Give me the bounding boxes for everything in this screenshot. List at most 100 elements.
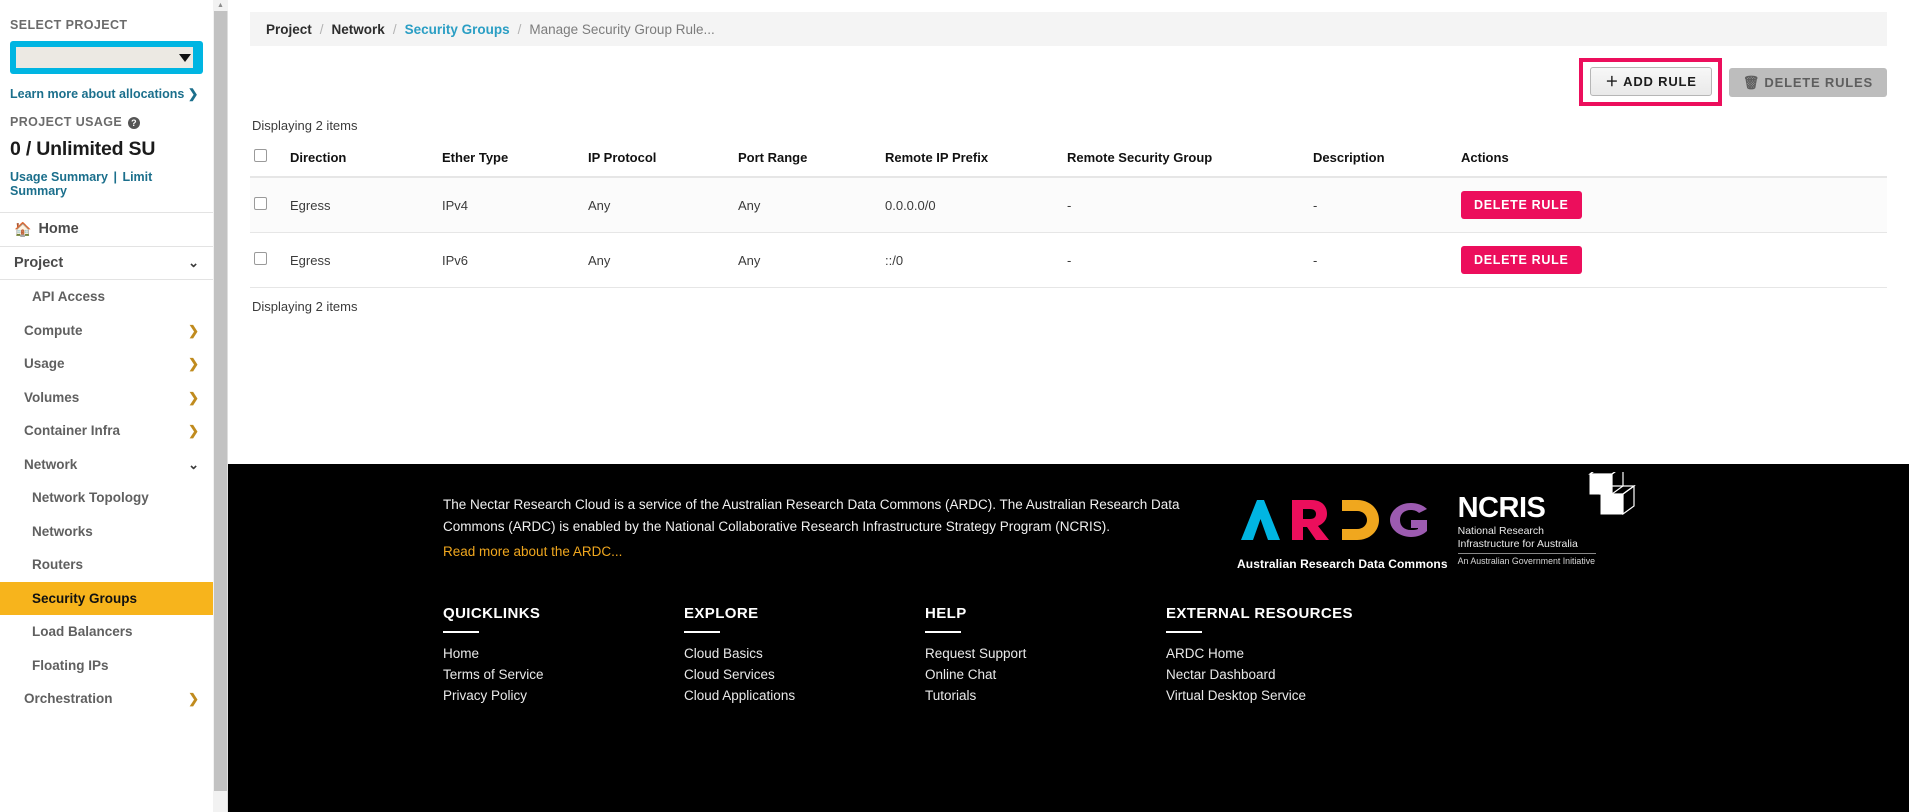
security-group-rules-table: Direction Ether Type IP Protocol Port Ra… [250,143,1887,288]
breadcrumb-separator: / [517,21,522,37]
sidebar-item-label-volumes: Volumes [24,389,80,405]
learn-more-allocations-link[interactable]: Learn more about allocations ❯ [10,86,203,101]
sidebar-item-volumes[interactable]: Volumes ❯ [0,380,213,414]
sidebar-item-security-groups[interactable]: Security Groups [0,581,213,615]
sidebar-item-project[interactable]: Project ⌄ [0,246,213,280]
sidebar-item-networks[interactable]: Networks [0,514,213,548]
logo-row: Australian Research Data Commons NCRIS N… [1237,464,1636,571]
footer-column-external-resources: EXTERNAL RESOURCES ARDC Home Nectar Dash… [1166,605,1466,707]
sidebar-item-network[interactable]: Network ⌄ [0,447,213,481]
table-row[interactable]: Egress IPv6 Any Any ::/0 - - DELETE RULE [250,232,1887,288]
project-usage-label: PROJECT USAGE ? [10,115,203,129]
ardc-logo-svg [1241,500,1427,540]
column-header-direction: Direction [286,143,438,178]
footer-link-privacy-policy[interactable]: Privacy Policy [443,687,684,705]
footer-column-quicklinks: QUICKLINKS Home Terms of Service Privacy… [443,605,684,707]
usage-links: Usage Summary | Limit Summary [10,170,203,198]
column-header-description: Description [1309,143,1457,178]
scrollbar-thumb[interactable] [214,11,227,791]
sidebar-item-load-balancers[interactable]: Load Balancers [0,615,213,649]
displaying-count-top: Displaying 2 items [252,118,358,133]
breadcrumb-item-project[interactable]: Project [266,22,312,37]
row-checkbox[interactable] [254,252,267,265]
content-area: Project / Network / Security Groups / Ma… [228,0,1909,314]
column-header-remote-security-group: Remote Security Group [1063,143,1309,178]
help-icon[interactable]: ? [128,116,141,129]
scroll-up-arrow-icon[interactable]: ▲ [213,0,228,11]
select-all-checkbox[interactable] [254,149,267,162]
footer-column-help: HELP Request Support Online Chat Tutoria… [925,605,1166,707]
usage-links-separator: | [113,170,117,184]
delete-rule-button[interactable]: DELETE RULE [1461,191,1582,219]
footer-column-title: QUICKLINKS [443,605,541,622]
cell-remote-ip-prefix: ::/0 [881,232,1063,288]
sidebar-project-panel: SELECT PROJECT Learn more about allocati… [0,0,213,198]
footer-link-tutorials[interactable]: Tutorials [925,687,1166,705]
cell-port-range: Any [734,177,881,233]
project-select-input[interactable] [16,47,193,68]
sidebar-item-container-infra[interactable]: Container Infra ❯ [0,414,213,448]
column-header-ether-type: Ether Type [438,143,584,178]
add-rule-highlight: ＋ ADD RULE [1579,58,1722,106]
title-underline [925,631,961,633]
title-underline [1166,631,1202,633]
cell-direction: Egress [286,177,438,233]
add-rule-button[interactable]: ＋ ADD RULE [1590,67,1712,96]
footer-link-nectar-dashboard[interactable]: Nectar Dashboard [1166,666,1466,684]
delete-rule-button[interactable]: DELETE RULE [1461,246,1582,274]
breadcrumb-item-security-groups[interactable]: Security Groups [405,22,510,37]
table-head: Direction Ether Type IP Protocol Port Ra… [250,143,1887,178]
sidebar-item-home[interactable]: 🏠 Home [0,213,213,247]
footer-logos: Australian Research Data Commons NCRIS N… [1237,464,1636,571]
sidebar-item-label-network-topology: Network Topology [32,490,149,506]
sidebar-item-network-topology[interactable]: Network Topology [0,481,213,515]
usage-amount: 0 / Unlimited SU [10,138,156,160]
main-content: Project / Network / Security Groups / Ma… [228,0,1909,812]
sidebar-item-label-container-infra: Container Infra [24,423,121,439]
cell-actions: DELETE RULE [1457,177,1887,233]
chevron-down-icon: ⌄ [188,255,199,271]
cell-ether-type: IPv6 [438,232,584,288]
cell-actions: DELETE RULE [1457,232,1887,288]
breadcrumb-separator: / [392,21,397,37]
home-icon: 🏠 [14,220,32,237]
cell-remote-security-group: - [1063,177,1309,233]
learn-more-label: Learn more about allocations [10,87,185,101]
footer-link-virtual-desktop-service[interactable]: Virtual Desktop Service [1166,687,1466,705]
table-row[interactable]: Egress IPv4 Any Any 0.0.0.0/0 - - DELETE… [250,177,1887,233]
chevron-right-icon: ❯ [187,87,199,101]
footer-link-cloud-services[interactable]: Cloud Services [684,666,925,684]
sidebar-item-compute[interactable]: Compute ❯ [0,313,213,347]
chevron-right-icon: ❯ [188,389,199,405]
sidebar-item-label-routers: Routers [32,557,84,573]
project-usage-text: PROJECT USAGE [10,115,123,129]
cell-remote-security-group: - [1063,232,1309,288]
usage-summary-link[interactable]: Usage Summary [10,170,108,184]
sidebar-item-api-access[interactable]: API Access [0,280,213,314]
rules-table-container: Displaying 2 items Direction Ether Type [250,112,1887,314]
delete-rules-button[interactable]: 🗑 DELETE RULES [1728,67,1887,97]
sidebar-item-orchestration[interactable]: Orchestration ❯ [0,682,213,716]
footer-link-cloud-applications[interactable]: Cloud Applications [684,687,925,705]
read-more-ardc-link[interactable]: Read more about the ARDC... [443,541,622,563]
footer-link-home[interactable]: Home [443,645,684,663]
footer-link-terms-of-service[interactable]: Terms of Service [443,666,684,684]
footer-link-cloud-basics[interactable]: Cloud Basics [684,645,925,663]
sidebar-item-floating-ips[interactable]: Floating IPs [0,648,213,682]
ardc-caption: Australian Research Data Commons [1237,557,1448,571]
project-selector[interactable] [10,41,203,74]
sidebar-item-usage[interactable]: Usage ❯ [0,347,213,381]
title-underline [443,631,479,633]
chevron-down-icon[interactable] [179,54,191,62]
sidebar-item-label-floating-ips: Floating IPs [32,657,109,673]
sidebar-item-label-api-access: API Access [32,289,106,305]
footer-link-online-chat[interactable]: Online Chat [925,666,1166,684]
footer-link-request-support[interactable]: Request Support [925,645,1166,663]
row-checkbox[interactable] [254,197,267,210]
chevron-right-icon: ❯ [188,356,199,372]
footer-link-ardc-home[interactable]: ARDC Home [1166,645,1466,663]
displaying-count-bottom: Displaying 2 items [252,299,358,314]
sidebar-item-routers[interactable]: Routers [0,548,213,582]
sidebar-scrollbar[interactable]: ▲ [213,0,228,812]
breadcrumb-item-network[interactable]: Network [332,22,385,37]
